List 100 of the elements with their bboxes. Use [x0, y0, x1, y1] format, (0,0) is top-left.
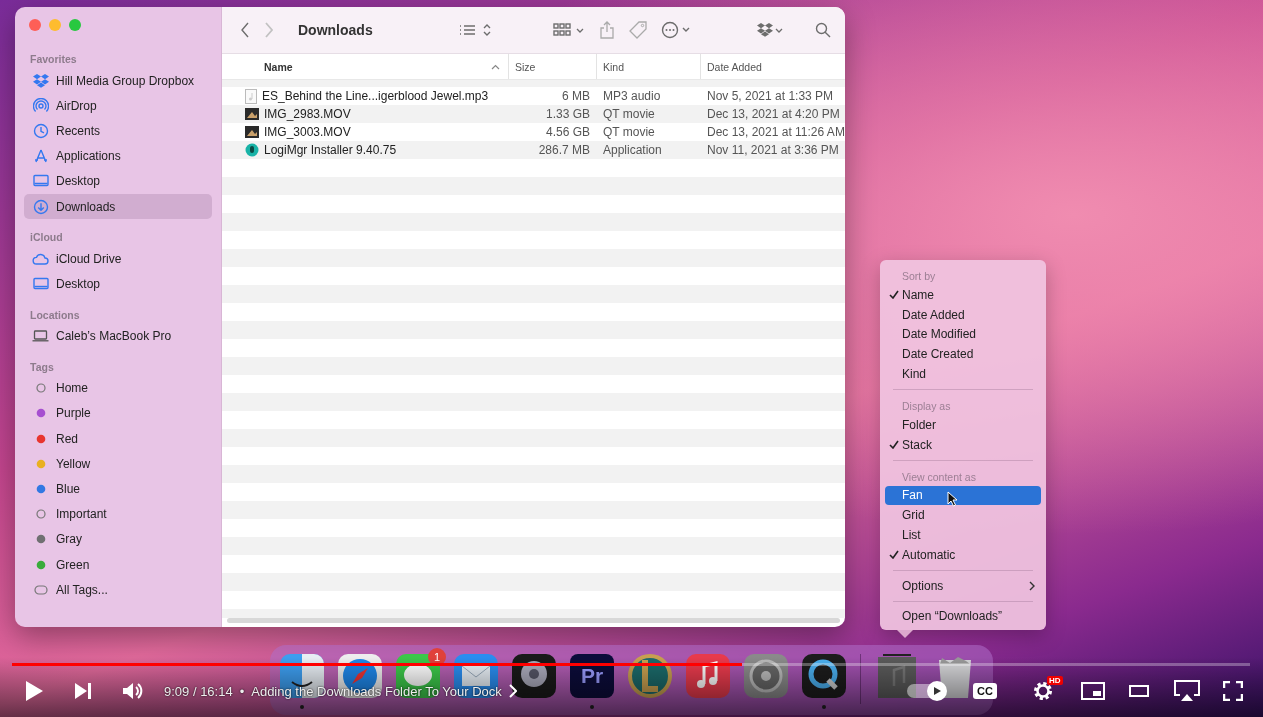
clock-icon: [32, 122, 49, 139]
file-kind: Application: [602, 143, 663, 157]
menu-item[interactable]: Automatic: [885, 544, 1041, 565]
file-name[interactable]: IMG_3003.MOV: [264, 125, 351, 139]
app-icon: [245, 143, 259, 157]
music-note-icon[interactable]: [686, 654, 730, 698]
play-icon[interactable]: [24, 680, 44, 702]
display-icon: [32, 174, 49, 189]
menu-item[interactable]: Kind: [885, 364, 1041, 384]
menu-item[interactable]: Stack: [885, 434, 1041, 455]
file-date: Nov 11, 2021 at 3:36 PM: [706, 143, 840, 157]
speaker-dial-icon[interactable]: [512, 654, 556, 698]
sidebar-heading: iCloud: [30, 231, 64, 244]
fullscreen-icon[interactable]: [1223, 681, 1243, 701]
back-icon[interactable]: [240, 22, 250, 38]
sidebar-item[interactable]: Gray: [24, 526, 212, 552]
video-thumbnail-icon: [245, 108, 259, 120]
sidebar-item[interactable]: Desktop: [24, 168, 212, 194]
search-icon[interactable]: [815, 22, 831, 38]
column-header[interactable]: Size: [508, 54, 596, 79]
sidebar-item[interactable]: Purple: [24, 400, 212, 427]
tag-dot-icon: [34, 508, 47, 521]
menu-item[interactable]: Options: [885, 575, 1041, 596]
menu-item[interactable]: List: [885, 525, 1041, 545]
video-app-icon[interactable]: [570, 654, 614, 698]
window-title: Downloads: [298, 22, 374, 38]
file-kind: QT movie: [602, 125, 656, 139]
column-header[interactable]: Kind: [596, 54, 700, 79]
separator-dot: •: [239, 683, 245, 699]
sidebar-item[interactable]: All Tags...: [24, 577, 212, 603]
column-header[interactable]: Name: [222, 54, 508, 79]
music-file-stack-icon[interactable]: [875, 654, 919, 698]
gear-icon[interactable]: [744, 654, 788, 698]
skip-next-icon[interactable]: [74, 683, 92, 699]
file-name[interactable]: IMG_2983.MOV: [264, 107, 351, 121]
file-date: Nov 5, 2021 at 1:33 PM: [706, 89, 835, 103]
scrollbar[interactable]: [227, 618, 840, 623]
list-view-icon[interactable]: [459, 22, 493, 38]
play-icon: [932, 686, 943, 696]
theater-mode-icon[interactable]: [1129, 685, 1149, 697]
sidebar-item[interactable]: Downloads: [24, 193, 212, 220]
grid-view-icon[interactable]: [553, 22, 585, 38]
video-time: 9:09 / 16:14: [164, 683, 233, 699]
menu-item[interactable]: Fan: [885, 485, 1041, 506]
chevron-right-icon[interactable]: [508, 684, 517, 698]
menu-item[interactable]: Date Created: [885, 344, 1041, 365]
airdrop-icon: [32, 97, 49, 114]
column-header[interactable]: Date Added: [700, 54, 845, 79]
q-logo-icon[interactable]: [802, 654, 846, 698]
sidebar-item[interactable]: Desktop: [24, 271, 212, 297]
captions-button[interactable]: CC: [973, 683, 997, 699]
sidebar-item[interactable]: Recents: [24, 118, 212, 144]
hd-badge: HD: [1047, 676, 1063, 685]
file-size: 1.33 GB: [544, 107, 591, 121]
file-size: 6 MB: [561, 89, 591, 103]
settings-icon[interactable]: [1033, 681, 1053, 701]
file-date: Dec 13, 2021 at 4:20 PM: [706, 107, 841, 121]
sidebar-item[interactable]: Home: [24, 375, 212, 401]
file-name[interactable]: ES_Behind the Line...igerblood Jewel.mp3: [262, 89, 489, 103]
autoplay-toggle[interactable]: [907, 684, 944, 698]
file-kind: MP3 audio: [602, 89, 662, 103]
tags-icon: [32, 583, 49, 596]
shield-emblem-icon[interactable]: [628, 654, 672, 698]
file-size: 286.7 MB: [537, 143, 591, 157]
tag-dot-icon: [34, 382, 47, 395]
sidebar-item[interactable]: Red: [24, 426, 212, 452]
file-name[interactable]: LogiMgr Installer 9.40.75: [264, 143, 397, 157]
sidebar-item[interactable]: Important: [24, 501, 212, 527]
sidebar-item[interactable]: Green: [24, 552, 212, 578]
menu-item[interactable]: Date Added: [885, 304, 1041, 325]
menu-item[interactable]: Date Modified: [885, 324, 1041, 345]
dropbox-icon[interactable]: [757, 23, 783, 37]
sidebar-item[interactable]: Applications: [24, 143, 212, 169]
menu-section-heading: Sort by: [901, 269, 937, 284]
cursor-icon: [947, 490, 958, 507]
dropbox-icon: [32, 73, 49, 88]
volume-icon[interactable]: [122, 682, 144, 700]
menu-item[interactable]: Grid: [885, 505, 1041, 526]
file-kind: QT movie: [602, 107, 656, 121]
sidebar-item[interactable]: AirDrop: [24, 93, 212, 119]
display-icon: [32, 276, 49, 291]
applications-icon: [32, 148, 49, 165]
menu-item[interactable]: Folder: [885, 415, 1041, 435]
sidebar-item[interactable]: Yellow: [24, 451, 212, 477]
more-icon[interactable]: [661, 21, 691, 39]
file-date: Dec 13, 2021 at 11:26 AM: [706, 125, 845, 139]
sidebar-heading: Favorites: [30, 53, 78, 65]
menu-section-heading: View content as: [901, 469, 977, 485]
laptop-icon: [32, 330, 49, 343]
menu-item[interactable]: Open “Downloads”: [885, 606, 1041, 627]
file-size: 4.56 GB: [544, 125, 591, 139]
miniplayer-icon[interactable]: [1081, 682, 1105, 700]
sidebar-item[interactable]: Hill Media Group Dropbox: [24, 68, 212, 94]
sidebar-item[interactable]: iCloud Drive: [24, 246, 212, 272]
sidebar-item[interactable]: Caleb’s MacBook Pro: [24, 323, 212, 349]
menu-section-heading: Display as: [901, 399, 952, 414]
airplay-icon[interactable]: [1173, 680, 1201, 702]
sidebar-item[interactable]: Blue: [24, 476, 212, 502]
download-icon: [32, 198, 49, 215]
menu-item[interactable]: Name: [885, 285, 1041, 305]
